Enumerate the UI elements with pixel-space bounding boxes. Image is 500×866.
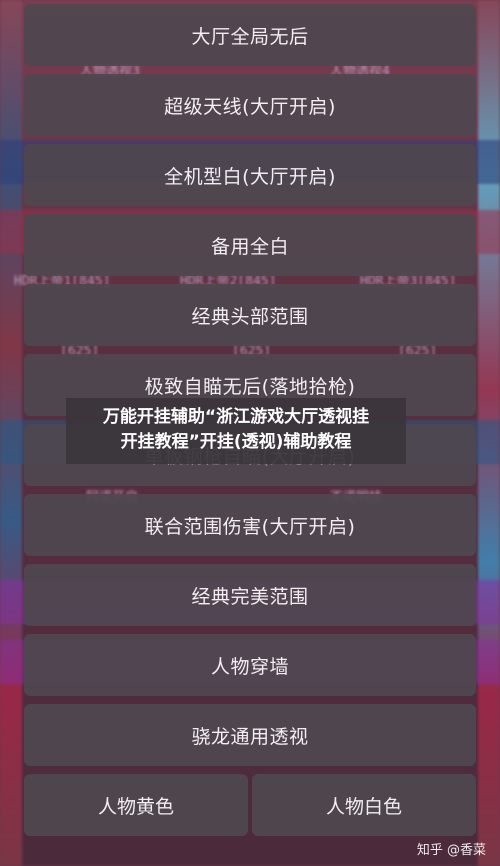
article-title-line-2: 开挂教程”开挂(透视)辅助教程 (120, 432, 352, 452)
menu-item-snapdragon-esp[interactable]: 骁龙通用透视 (24, 704, 476, 766)
menu-item-super-antenna[interactable]: 超级天线(大厅开启) (24, 74, 476, 136)
menu-item-backup-white[interactable]: 备用全白 (24, 214, 476, 276)
menu-item-wall-hack[interactable]: 人物穿墙 (24, 634, 476, 696)
menu-item-lobby-no-recoil[interactable]: 大厅全局无后 (24, 4, 476, 66)
menu-item-all-device-white[interactable]: 全机型白(大厅开启) (24, 144, 476, 206)
menu-item-classic-head-range[interactable]: 经典头部范围 (24, 284, 476, 346)
menu-item-player-yellow[interactable]: 人物黄色 (24, 774, 248, 836)
menu-item-player-white[interactable]: 人物白色 (252, 774, 476, 836)
menu-item-classic-perfect-range[interactable]: 经典完美范围 (24, 564, 476, 626)
menu-item-joint-range-damage[interactable]: 联合范围伤害(大厅开启) (24, 494, 476, 556)
article-title-line-1: 万能开挂辅助“浙江游戏大厅透视挂 (102, 407, 370, 427)
article-title-overlay: 万能开挂辅助“浙江游戏大厅透视挂 开挂教程”开挂(透视)辅助教程 (66, 398, 406, 464)
menu-bottom-row: 人物黄色 人物白色 (24, 774, 476, 836)
zhihu-watermark: 知乎 @香菜 (416, 843, 486, 858)
